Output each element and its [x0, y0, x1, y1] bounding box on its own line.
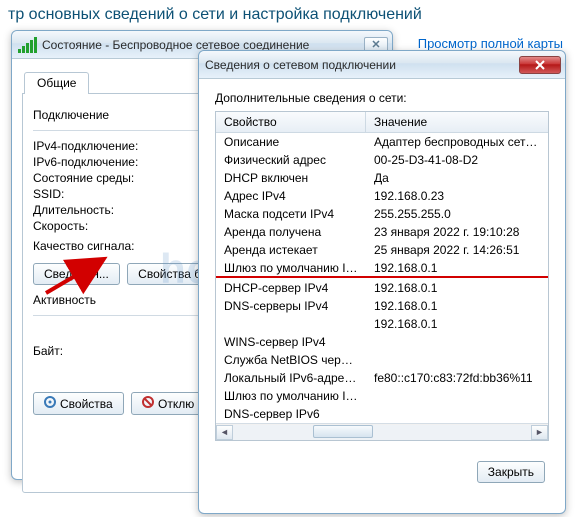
details-list: Свойство Значение ОписаниеАдаптер беспро… — [215, 111, 549, 441]
horizontal-scrollbar[interactable]: ◄ ► — [216, 423, 548, 440]
property-cell: Физический адрес — [216, 152, 366, 168]
value-cell: 23 января 2022 г. 19:10:28 — [366, 224, 548, 240]
property-cell: Служба NetBIOS через... — [216, 352, 366, 368]
property-cell — [216, 316, 366, 332]
property-cell: Адрес IPv4 — [216, 188, 366, 204]
value-cell — [366, 352, 548, 368]
list-item[interactable]: DNS-сервер IPv6 — [216, 405, 548, 423]
signal-quality-label: Качество сигнала: — [33, 239, 173, 253]
duration-label: Длительность: — [33, 203, 173, 217]
value-cell — [366, 334, 548, 350]
value-cell: 192.168.0.1 — [366, 316, 548, 332]
value-cell: 192.168.0.1 — [366, 298, 548, 314]
wifi-icon — [18, 37, 37, 53]
list-item[interactable]: 192.168.0.1 — [216, 315, 548, 333]
list-item[interactable]: DHCP включенДа — [216, 169, 548, 187]
list-item[interactable]: Служба NetBIOS через... — [216, 351, 548, 369]
col-value[interactable]: Значение — [366, 112, 548, 132]
list-item[interactable]: Адрес IPv4192.168.0.23 — [216, 187, 548, 205]
property-cell: WINS-сервер IPv4 — [216, 334, 366, 350]
property-cell: Шлюз по умолчанию IP... — [216, 260, 366, 278]
gear-icon — [44, 396, 56, 411]
value-cell — [366, 406, 548, 422]
properties-button-label: Свойства — [60, 397, 113, 411]
details-window: Сведения о сетевом подключении Дополните… — [198, 50, 566, 514]
disable-button[interactable]: Отклю — [131, 392, 205, 415]
bytes-label: Байт: — [33, 344, 153, 358]
list-item[interactable]: Маска подсети IPv4255.255.255.0 — [216, 205, 548, 223]
list-item[interactable]: DHCP-сервер IPv4192.168.0.1 — [216, 279, 548, 297]
list-item[interactable]: ОписаниеАдаптер беспроводных сетей Ather — [216, 133, 548, 151]
details-button[interactable]: Сведения... — [33, 263, 120, 285]
value-cell: 192.168.0.23 — [366, 188, 548, 204]
view-network-map-link[interactable]: Просмотр полной карты — [418, 36, 563, 51]
details-titlebar[interactable]: Сведения о сетевом подключении — [199, 51, 565, 79]
property-cell: DHCP-сервер IPv4 — [216, 280, 366, 296]
list-item[interactable]: Шлюз по умолчанию IP... — [216, 387, 548, 405]
scroll-thumb[interactable] — [313, 425, 373, 438]
details-list-header[interactable]: Свойство Значение — [216, 112, 548, 133]
list-item[interactable]: Шлюз по умолчанию IP...192.168.0.1 — [216, 259, 548, 279]
tab-general[interactable]: Общие — [24, 72, 89, 94]
value-cell: 25 января 2022 г. 14:26:51 — [366, 242, 548, 258]
close-button[interactable]: Закрыть — [477, 461, 545, 483]
value-cell: Да — [366, 170, 548, 186]
property-cell: DHCP включен — [216, 170, 366, 186]
property-cell: Аренда получена — [216, 224, 366, 240]
speed-label: Скорость: — [33, 219, 173, 233]
value-cell: 255.255.255.0 — [366, 206, 548, 222]
scroll-right-icon[interactable]: ► — [531, 425, 548, 440]
ipv6-conn-label: IPv6-подключение: — [33, 155, 173, 169]
page-title: тр основных сведений о сети и настройка … — [0, 0, 577, 26]
disable-icon — [142, 396, 154, 411]
list-item[interactable]: Физический адрес00-25-D3-41-08-D2 — [216, 151, 548, 169]
list-item[interactable]: Локальный IPv6-адрес...fe80::c170:c83:72… — [216, 369, 548, 387]
property-cell: Описание — [216, 134, 366, 150]
property-cell: Маска подсети IPv4 — [216, 206, 366, 222]
close-icon[interactable] — [519, 56, 561, 74]
list-item[interactable]: DNS-серверы IPv4192.168.0.1 — [216, 297, 548, 315]
value-cell: 192.168.0.1 — [366, 280, 548, 296]
scroll-left-icon[interactable]: ◄ — [216, 425, 233, 440]
ssid-label: SSID: — [33, 187, 173, 201]
details-window-title: Сведения о сетевом подключении — [205, 58, 519, 72]
property-cell: Локальный IPv6-адрес... — [216, 370, 366, 386]
details-label: Дополнительные сведения о сети: — [215, 91, 549, 105]
list-item[interactable]: Аренда получена23 января 2022 г. 19:10:2… — [216, 223, 548, 241]
property-cell: Аренда истекает — [216, 242, 366, 258]
disable-button-label: Отклю — [158, 397, 194, 411]
value-cell: 00-25-D3-41-08-D2 — [366, 152, 548, 168]
col-property[interactable]: Свойство — [216, 112, 366, 132]
value-cell: Адаптер беспроводных сетей Ather — [366, 134, 548, 150]
property-cell: Шлюз по умолчанию IP... — [216, 388, 366, 404]
properties-button[interactable]: Свойства — [33, 392, 124, 415]
list-item[interactable]: Аренда истекает25 января 2022 г. 14:26:5… — [216, 241, 548, 259]
property-cell: DNS-сервер IPv6 — [216, 406, 366, 422]
media-state-label: Состояние среды: — [33, 171, 173, 185]
list-item[interactable]: WINS-сервер IPv4 — [216, 333, 548, 351]
value-cell: 192.168.0.1 — [366, 260, 548, 278]
property-cell: DNS-серверы IPv4 — [216, 298, 366, 314]
value-cell: fe80::c170:c83:72fd:bb36%11 — [366, 370, 548, 386]
ipv4-conn-label: IPv4-подключение: — [33, 139, 173, 153]
value-cell — [366, 388, 548, 404]
scroll-track[interactable] — [233, 425, 531, 440]
